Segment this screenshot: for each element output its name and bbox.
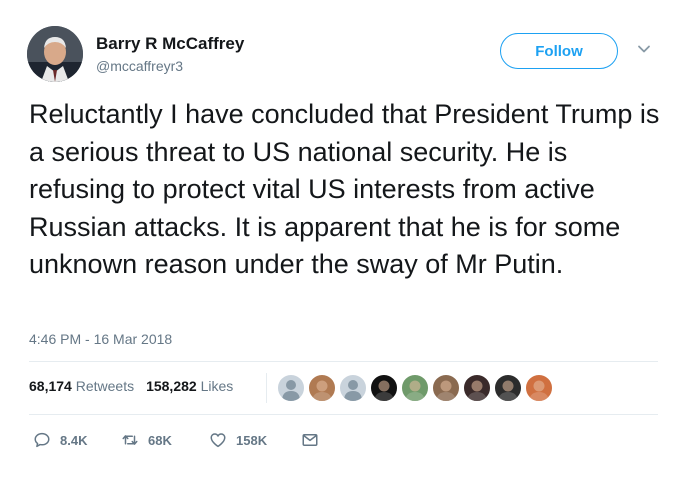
retweet-icon bbox=[122, 435, 138, 445]
retweets-count: 68,174 bbox=[29, 378, 72, 394]
reply-count: 8.4K bbox=[60, 432, 88, 448]
retweet-button[interactable]: 68K bbox=[121, 428, 172, 452]
tweet-text: Reluctantly I have concluded that Presid… bbox=[29, 99, 660, 279]
liker-avatar[interactable] bbox=[308, 374, 336, 402]
liker-avatar[interactable] bbox=[432, 374, 460, 402]
reply-button[interactable]: 8.4K bbox=[33, 428, 87, 452]
chevron-down-icon[interactable] bbox=[637, 42, 651, 56]
likes-label: Likes bbox=[200, 378, 234, 394]
like-count: 158K bbox=[236, 432, 268, 448]
retweets-stat[interactable]: 68,174 Retweets bbox=[29, 378, 146, 394]
likes-stat[interactable]: 158,282 Likes bbox=[146, 378, 233, 394]
liker-avatar[interactable] bbox=[401, 374, 429, 402]
person-icon bbox=[374, 380, 394, 401]
divider bbox=[29, 361, 658, 362]
liker-avatar[interactable] bbox=[494, 374, 522, 402]
envelope-icon bbox=[302, 434, 318, 446]
retweets-label: Retweets bbox=[75, 378, 135, 394]
person-icon bbox=[498, 380, 518, 401]
liker-default-avatar[interactable] bbox=[277, 374, 305, 402]
heart-icon bbox=[210, 433, 226, 448]
liker-avatar[interactable] bbox=[463, 374, 491, 402]
user-handle[interactable]: @mccaffreyr3 bbox=[96, 58, 183, 74]
person-icon bbox=[436, 380, 456, 401]
reply-icon bbox=[34, 432, 50, 448]
likes-count: 158,282 bbox=[146, 378, 197, 394]
liker-default-avatar[interactable] bbox=[339, 374, 367, 402]
profile-avatar[interactable] bbox=[27, 26, 83, 82]
default-avatar-icon bbox=[344, 380, 362, 401]
like-button[interactable]: 158K bbox=[209, 428, 267, 452]
tweet-header: Barry R McCaffrey @mccaffreyr3 Follow bbox=[27, 26, 668, 86]
tweet-timestamp[interactable]: 4:46 PM - 16 Mar 2018 bbox=[29, 331, 172, 347]
default-avatar-icon bbox=[282, 380, 300, 401]
divider bbox=[29, 414, 658, 415]
person-icon bbox=[529, 380, 549, 401]
retweet-count: 68K bbox=[148, 432, 172, 448]
person-icon bbox=[467, 380, 487, 401]
direct-message-button[interactable] bbox=[301, 428, 319, 452]
person-icon bbox=[312, 380, 332, 401]
engagement-stats: 68,174 Retweets 158,282 Likes bbox=[29, 378, 233, 394]
person-icon bbox=[405, 380, 425, 401]
liker-avatar[interactable] bbox=[370, 374, 398, 402]
liker-avatar[interactable] bbox=[525, 374, 553, 402]
stats-separator bbox=[266, 373, 267, 403]
display-name[interactable]: Barry R McCaffrey bbox=[96, 34, 244, 54]
follow-button[interactable]: Follow bbox=[500, 33, 618, 69]
